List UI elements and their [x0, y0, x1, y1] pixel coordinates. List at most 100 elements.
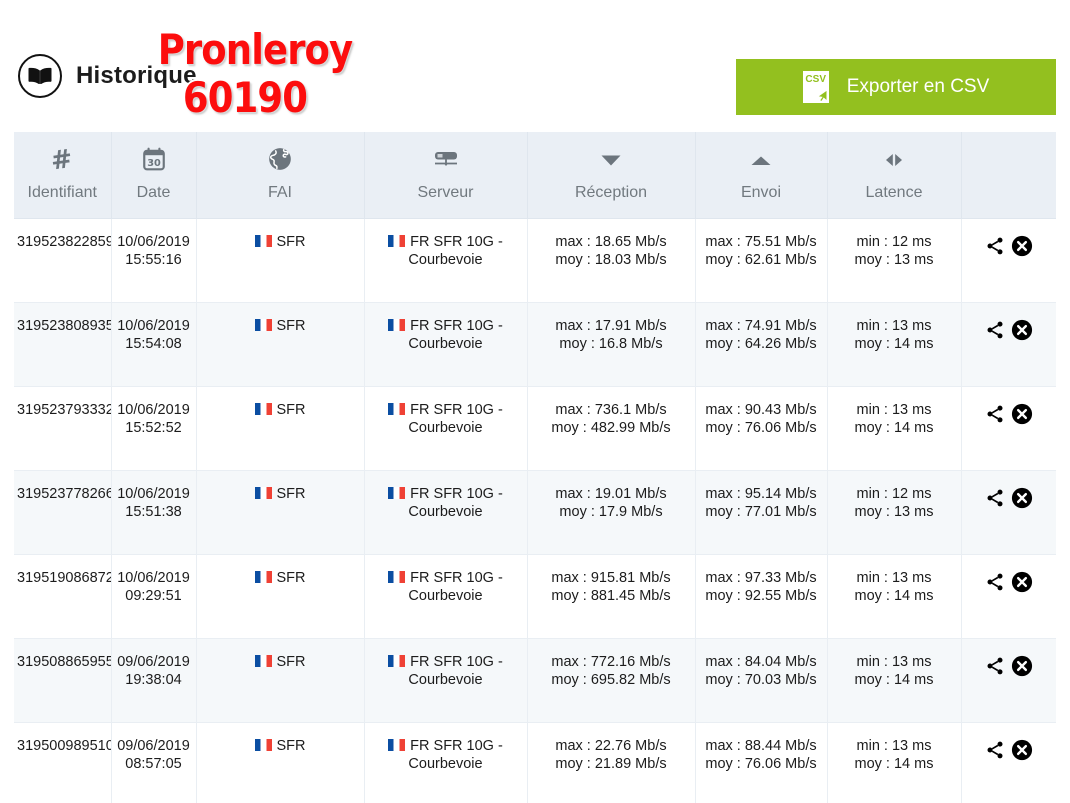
- column-label-envoi: Envoi: [741, 184, 781, 201]
- delete-circle-x-icon[interactable]: [1011, 403, 1033, 430]
- open-book-icon: [18, 54, 62, 98]
- cell-fai: SFR: [196, 639, 364, 723]
- delete-circle-x-icon[interactable]: [1011, 235, 1033, 262]
- cell-envoi: max : 95.14 Mb/smoy : 77.01 Mb/s: [695, 471, 827, 555]
- envoi-moy: moy : 76.06 Mb/s: [699, 419, 824, 437]
- fai-value: SFR: [277, 738, 306, 754]
- share-icon[interactable]: [984, 320, 1006, 345]
- time-value: 15:54:08: [115, 335, 193, 353]
- cell-identifiant: 3195238089357699: [14, 303, 111, 387]
- page-header: Historique Pronleroy 60190 CSV Exporter …: [0, 0, 1070, 132]
- latence-moy: moy : 14 ms: [831, 335, 958, 353]
- share-icon[interactable]: [984, 740, 1006, 765]
- cell-actions: [961, 471, 1056, 555]
- share-icon[interactable]: [984, 236, 1006, 261]
- serveur-value: FR SFR 10G - Courbevoie: [408, 402, 502, 436]
- cell-envoi: max : 74.91 Mb/smoy : 64.26 Mb/s: [695, 303, 827, 387]
- share-icon[interactable]: [984, 656, 1006, 681]
- table-row: 319519086872136410/06/201909:29:51SFRFR …: [14, 555, 1056, 639]
- reception-max: max : 22.76 Mb/s: [531, 737, 692, 755]
- envoi-moy: moy : 64.26 Mb/s: [699, 335, 824, 353]
- history-table: # Identifiant 30 D: [14, 132, 1056, 803]
- column-header-identifiant[interactable]: # Identifiant: [14, 132, 111, 219]
- cell-serveur: FR SFR 10G - Courbevoie: [364, 303, 527, 387]
- upload-triangle-icon: [700, 146, 823, 182]
- column-header-fai[interactable]: FAI: [196, 132, 364, 219]
- latence-min: min : 13 ms: [831, 737, 958, 755]
- envoi-max: max : 95.14 Mb/s: [699, 485, 824, 503]
- envoi-max: max : 84.04 Mb/s: [699, 653, 824, 671]
- delete-circle-x-icon[interactable]: [1011, 487, 1033, 514]
- column-label-identifiant: Identifiant: [28, 184, 97, 201]
- calendar-icon: 30: [116, 146, 192, 182]
- latence-min: min : 12 ms: [831, 233, 958, 251]
- latence-moy: moy : 14 ms: [831, 587, 958, 605]
- cell-fai: SFR: [196, 471, 364, 555]
- cell-reception: max : 22.76 Mb/smoy : 21.89 Mb/s: [527, 723, 695, 803]
- cell-serveur: FR SFR 10G - Courbevoie: [364, 471, 527, 555]
- column-header-date[interactable]: 30 Date: [111, 132, 196, 219]
- cell-date: 09/06/201919:38:04: [111, 639, 196, 723]
- serveur-value: FR SFR 10G - Courbevoie: [408, 486, 502, 520]
- reception-moy: moy : 16.8 Mb/s: [531, 335, 692, 353]
- cell-date: 10/06/201915:52:52: [111, 387, 196, 471]
- date-value: 10/06/2019: [115, 317, 193, 335]
- cell-date: 10/06/201909:29:51: [111, 555, 196, 639]
- latence-moy: moy : 13 ms: [831, 251, 958, 269]
- reception-moy: moy : 881.45 Mb/s: [531, 587, 692, 605]
- delete-circle-x-icon[interactable]: [1011, 739, 1033, 766]
- svg-text:#: #: [49, 146, 74, 174]
- column-label-reception: Réception: [575, 184, 647, 201]
- cell-serveur: FR SFR 10G - Courbevoie: [364, 219, 527, 303]
- envoi-moy: moy : 70.03 Mb/s: [699, 671, 824, 689]
- france-flag-icon: [388, 235, 405, 247]
- column-header-envoi[interactable]: Envoi: [695, 132, 827, 219]
- server-icon: [369, 146, 523, 182]
- table-header: # Identifiant 30 D: [14, 132, 1056, 219]
- cell-fai: SFR: [196, 219, 364, 303]
- cell-identifiant: 3195009895107028: [14, 723, 111, 803]
- france-flag-icon: [388, 739, 405, 751]
- serveur-value: FR SFR 10G - Courbevoie: [408, 738, 502, 772]
- latence-min: min : 13 ms: [831, 653, 958, 671]
- time-value: 08:57:05: [115, 755, 193, 773]
- table-row: 319523808935769910/06/201915:54:08 SFR FR …: [14, 303, 1056, 387]
- serveur-value: FR SFR 10G - Courbevoie: [408, 318, 502, 352]
- reception-moy: moy : 482.99 Mb/s: [531, 419, 692, 437]
- column-label-latence: Latence: [866, 184, 923, 201]
- envoi-max: max : 90.43 Mb/s: [699, 401, 824, 419]
- share-icon[interactable]: [984, 488, 1006, 513]
- fai-value: SFR: [277, 318, 306, 334]
- reception-max: max : 915.81 Mb/s: [531, 569, 692, 587]
- column-header-serveur[interactable]: Serveur: [364, 132, 527, 219]
- actions-header-spacer: [966, 146, 1053, 182]
- column-header-latence[interactable]: Latence: [827, 132, 961, 219]
- france-flag-icon: [255, 403, 272, 415]
- identifiant-value: 3195238228597917: [17, 234, 111, 250]
- cell-actions: [961, 555, 1056, 639]
- latence-moy: moy : 14 ms: [831, 419, 958, 437]
- cell-identifiant: 3195238228597917: [14, 219, 111, 303]
- time-value: 15:55:16: [115, 251, 193, 269]
- delete-circle-x-icon[interactable]: [1011, 571, 1033, 598]
- cell-latence: min : 13 msmoy : 14 ms: [827, 723, 961, 803]
- column-header-reception[interactable]: Réception: [527, 132, 695, 219]
- cell-latence: min : 13 msmoy : 14 ms: [827, 387, 961, 471]
- delete-circle-x-icon[interactable]: [1011, 655, 1033, 682]
- cell-actions: [961, 723, 1056, 803]
- column-label-date: Date: [137, 184, 171, 201]
- fai-value: SFR: [277, 570, 306, 586]
- share-icon[interactable]: [984, 404, 1006, 429]
- france-flag-icon: [388, 403, 405, 415]
- cell-reception: max : 915.81 Mb/smoy : 881.45 Mb/s: [527, 555, 695, 639]
- export-csv-button[interactable]: CSV Exporter en CSV: [736, 59, 1056, 115]
- reception-moy: moy : 17.9 Mb/s: [531, 503, 692, 521]
- time-value: 15:52:52: [115, 419, 193, 437]
- history-page: Historique Pronleroy 60190 CSV Exporter …: [0, 0, 1070, 803]
- cell-serveur: FR SFR 10G - Courbevoie: [364, 555, 527, 639]
- reception-max: max : 19.01 Mb/s: [531, 485, 692, 503]
- latency-arrows-icon: [832, 146, 957, 182]
- column-label-fai: FAI: [268, 184, 292, 201]
- delete-circle-x-icon[interactable]: [1011, 319, 1033, 346]
- share-icon[interactable]: [984, 572, 1006, 597]
